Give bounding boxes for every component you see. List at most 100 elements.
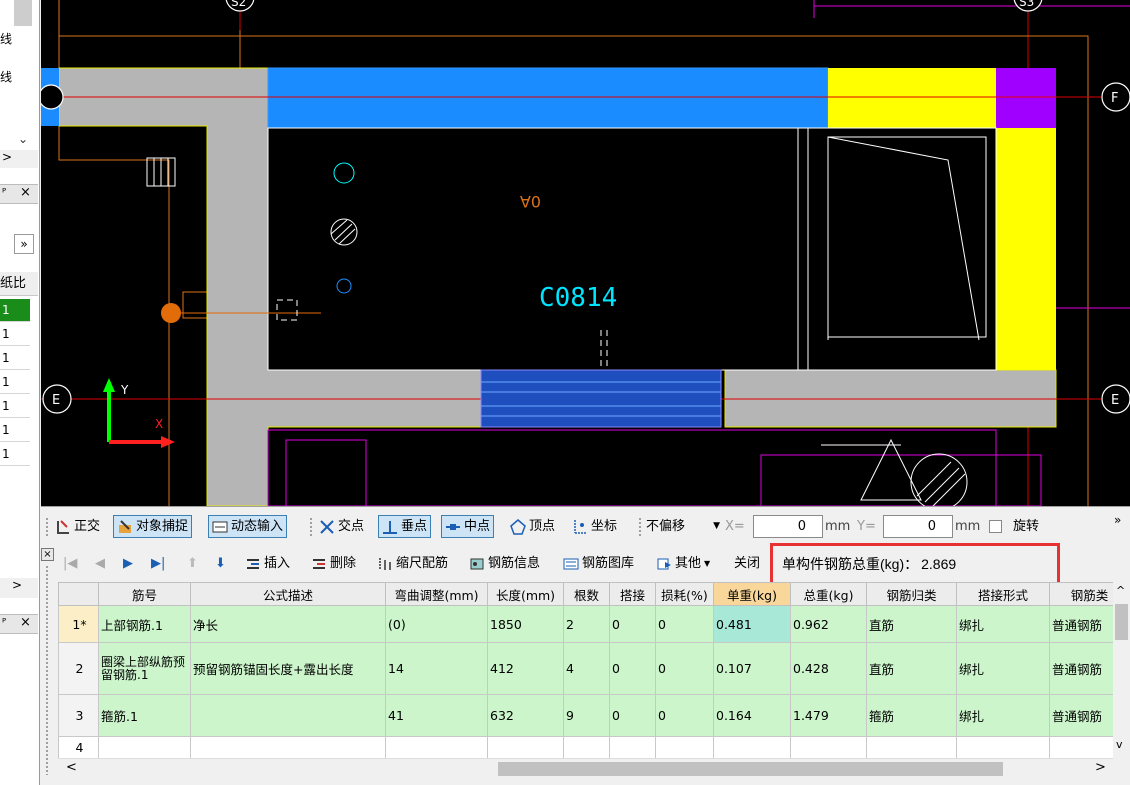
rotate-checkbox[interactable]: 旋转 bbox=[989, 515, 1039, 538]
column-header[interactable]: 总重(kg) bbox=[790, 582, 867, 606]
first-record-button[interactable]: |◀ bbox=[63, 554, 77, 574]
bend-cell[interactable]: 14 bbox=[385, 642, 488, 695]
insert-button[interactable]: 插入 bbox=[245, 554, 290, 574]
rebar-name-cell[interactable]: 圈梁上部纵筋预留钢筋.1 bbox=[98, 642, 191, 695]
column-header[interactable]: 搭接 bbox=[609, 582, 656, 606]
unit-weight-cell[interactable]: 0.107 bbox=[713, 642, 791, 695]
close-icon[interactable]: × bbox=[20, 615, 31, 630]
lap-type-cell[interactable] bbox=[956, 736, 1050, 758]
bend-cell[interactable] bbox=[385, 736, 488, 758]
hscroll-right[interactable]: > bbox=[0, 578, 38, 598]
lap-type-cell[interactable]: 绑扎 bbox=[956, 642, 1050, 695]
total-weight-cell[interactable]: 1.479 bbox=[790, 694, 867, 737]
scroll-down-icon[interactable]: v bbox=[1116, 738, 1123, 751]
column-header[interactable]: 根数 bbox=[563, 582, 610, 606]
formula-cell[interactable] bbox=[190, 736, 386, 758]
coordinate-button[interactable]: 坐标 bbox=[572, 515, 617, 538]
prev-record-button[interactable]: ◀ bbox=[95, 554, 105, 574]
total-weight-cell[interactable]: 0.962 bbox=[790, 605, 867, 643]
rebar-name-cell[interactable]: 箍筋.1 bbox=[98, 694, 191, 737]
bend-cell[interactable]: 41 bbox=[385, 694, 488, 737]
scroll-left-icon[interactable]: < bbox=[66, 760, 77, 775]
scale-rebar-button[interactable]: 缩尺配筋 bbox=[377, 554, 448, 574]
category-cell[interactable]: 箍筋 bbox=[866, 694, 957, 737]
column-header[interactable]: 筋号 bbox=[98, 582, 191, 606]
close-button[interactable]: 关闭 bbox=[734, 554, 760, 574]
more-button[interactable]: » bbox=[14, 234, 34, 254]
pin-icon[interactable]: ᴾ bbox=[2, 186, 6, 199]
scrollbar-thumb[interactable] bbox=[14, 0, 32, 26]
lap-type-cell[interactable]: 绑扎 bbox=[956, 605, 1050, 643]
delete-button[interactable]: 删除 bbox=[311, 554, 356, 574]
category-cell[interactable]: 直筋 bbox=[866, 642, 957, 695]
dynamic-input-button[interactable]: 动态输入 bbox=[208, 515, 288, 538]
offset-select[interactable]: 不偏移 ▼ bbox=[646, 515, 720, 538]
column-header[interactable]: 钢筋归类 bbox=[866, 582, 957, 606]
formula-cell[interactable]: 预留钢筋锚固长度+露出长度 bbox=[190, 642, 386, 695]
loss-cell[interactable]: 0 bbox=[655, 642, 714, 695]
scroll-down-icon[interactable]: ⌄ bbox=[18, 132, 28, 146]
unit-weight-cell[interactable] bbox=[713, 736, 791, 758]
row-number[interactable]: 2 bbox=[58, 642, 99, 695]
bend-cell[interactable]: (0) bbox=[385, 605, 488, 643]
total-weight-cell[interactable]: 0.428 bbox=[790, 642, 867, 695]
table-row[interactable]: 3 箍筋.1 41 632 9 0 0 0.164 1.479 箍筋 绑扎 普通… bbox=[58, 694, 1130, 737]
length-cell[interactable]: 632 bbox=[487, 694, 564, 737]
row-number[interactable]: 1* bbox=[58, 605, 99, 643]
count-cell[interactable] bbox=[563, 736, 610, 758]
vertex-button[interactable]: 顶点 bbox=[510, 515, 555, 538]
rebar-name-cell[interactable] bbox=[98, 736, 191, 758]
table-row[interactable]: 2 圈梁上部纵筋预留钢筋.1 预留钢筋锚固长度+露出长度 14 412 4 0 … bbox=[58, 642, 1130, 695]
scrollbar-thumb[interactable] bbox=[1115, 604, 1128, 640]
intersection-button[interactable]: 交点 bbox=[319, 515, 364, 538]
other-button[interactable]: 其他 ▼ bbox=[656, 554, 710, 574]
ratio-cell[interactable]: 1 bbox=[0, 443, 30, 466]
rebar-library-button[interactable]: 钢筋图库 bbox=[563, 554, 634, 574]
y-input[interactable]: 0 bbox=[883, 515, 953, 538]
length-cell[interactable]: 1850 bbox=[487, 605, 564, 643]
ratio-cell[interactable]: 1 bbox=[0, 395, 30, 418]
table-row[interactable]: 4 bbox=[58, 736, 1130, 758]
unit-weight-cell[interactable]: 0.481 bbox=[713, 605, 791, 643]
ratio-cell[interactable]: 1 bbox=[0, 419, 30, 442]
toolbar-overflow-button[interactable]: » bbox=[1114, 509, 1121, 532]
category-cell[interactable] bbox=[866, 736, 957, 758]
length-cell[interactable]: 412 bbox=[487, 642, 564, 695]
column-header[interactable]: 搭接形式 bbox=[956, 582, 1050, 606]
column-header[interactable]: 长度(mm) bbox=[487, 582, 564, 606]
hscroll-right[interactable]: > bbox=[0, 150, 38, 168]
formula-cell[interactable] bbox=[190, 694, 386, 737]
close-icon[interactable]: × bbox=[20, 185, 31, 200]
rebar-name-cell[interactable]: 上部钢筋.1 bbox=[98, 605, 191, 643]
ortho-button[interactable]: 正交 bbox=[55, 515, 100, 538]
layer-list[interactable]: 线 线 ⌄ bbox=[0, 0, 38, 150]
total-weight-cell[interactable] bbox=[790, 736, 867, 758]
checkbox-icon[interactable] bbox=[989, 520, 1002, 533]
category-cell[interactable]: 直筋 bbox=[866, 605, 957, 643]
scroll-right-icon[interactable]: > bbox=[1095, 760, 1106, 775]
perpendicular-button[interactable]: 垂点 bbox=[378, 515, 432, 538]
grip-handle[interactable] bbox=[45, 565, 49, 775]
layer-item[interactable]: 线 bbox=[0, 68, 12, 85]
unit-weight-cell[interactable]: 0.164 bbox=[713, 694, 791, 737]
layer-item[interactable]: 线 bbox=[0, 30, 12, 47]
last-record-button[interactable]: ▶| bbox=[151, 554, 165, 574]
vertical-scrollbar[interactable]: ^ v bbox=[1113, 582, 1130, 758]
lap-cell[interactable]: 0 bbox=[609, 605, 656, 643]
count-cell[interactable]: 4 bbox=[563, 642, 610, 695]
loss-cell[interactable]: 0 bbox=[655, 694, 714, 737]
row-number[interactable]: 4 bbox=[58, 736, 99, 758]
move-down-button[interactable]: ⬇ bbox=[215, 554, 226, 574]
column-header[interactable]: 公式描述 bbox=[190, 582, 386, 606]
length-cell[interactable] bbox=[487, 736, 564, 758]
loss-cell[interactable]: 0 bbox=[655, 605, 714, 643]
column-header[interactable]: 损耗(%) bbox=[655, 582, 714, 606]
column-header[interactable]: 弯曲调整(mm) bbox=[385, 582, 488, 606]
lap-cell[interactable] bbox=[609, 736, 656, 758]
column-header[interactable]: 单重(kg) bbox=[713, 582, 791, 606]
cad-canvas[interactable]: C0814 0A S2 S3 F E E Y X bbox=[41, 0, 1130, 506]
horizontal-scrollbar[interactable]: < > bbox=[58, 758, 1113, 778]
count-cell[interactable]: 2 bbox=[563, 605, 610, 643]
grid-close-icon[interactable]: × bbox=[41, 548, 54, 561]
next-record-button[interactable]: ▶ bbox=[123, 554, 133, 574]
